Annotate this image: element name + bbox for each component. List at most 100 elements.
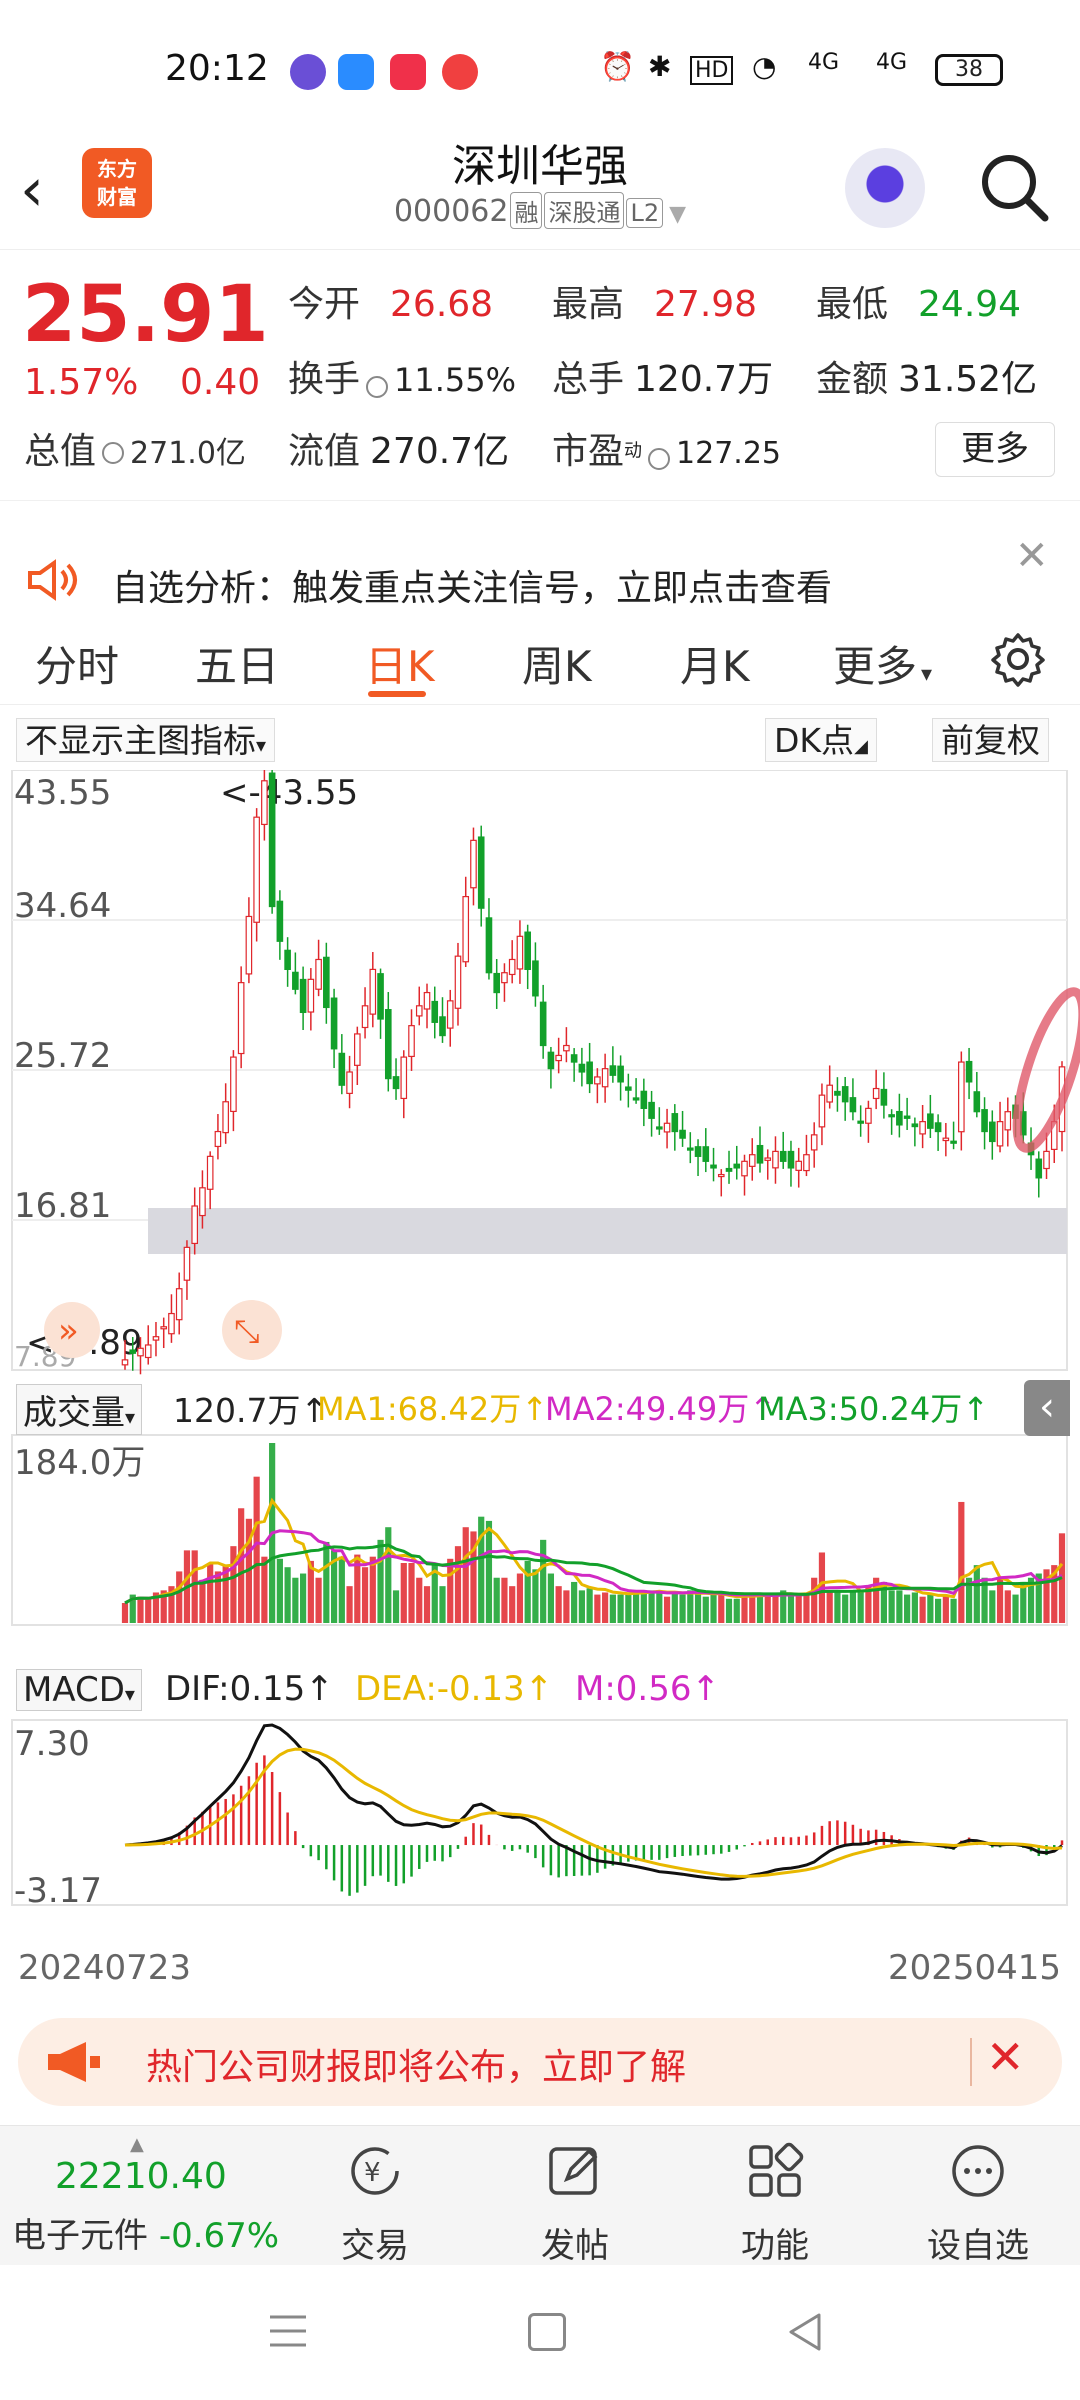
mktcap-label: 总值 bbox=[24, 431, 97, 472]
double-chevron-icon: » bbox=[58, 1311, 79, 1351]
candle-body bbox=[764, 1157, 772, 1161]
sector-index-value[interactable]: 22210.40 bbox=[55, 2156, 227, 2197]
close-icon[interactable]: ✕ bbox=[1015, 533, 1049, 579]
candle-body bbox=[230, 1056, 237, 1113]
volume-bar bbox=[261, 1556, 268, 1623]
volume-bar bbox=[1012, 1594, 1019, 1623]
info-icon[interactable] bbox=[102, 442, 125, 464]
settings-gear-icon[interactable] bbox=[990, 631, 1046, 687]
candle-body bbox=[818, 1094, 826, 1128]
volume-title: 成交量 bbox=[23, 1393, 125, 1433]
macd-dif: DIF:0.15↑ bbox=[165, 1669, 334, 1709]
volume-bar bbox=[594, 1594, 601, 1623]
banner-text[interactable]: 热门公司财报即将公布，立即了解 bbox=[146, 2038, 686, 2090]
sector-index[interactable]: 电子元件 -0.67% bbox=[12, 2208, 279, 2257]
earnings-banner[interactable]: 热门公司财报即将公布，立即了解 ✕ bbox=[18, 2018, 1062, 2106]
candle-body bbox=[934, 1122, 942, 1133]
hd-icon: HD bbox=[690, 56, 734, 85]
dif-text: DIF:0.15 bbox=[165, 1669, 306, 1709]
adjust-select[interactable]: 前复权 bbox=[932, 718, 1049, 762]
menu-icon[interactable] bbox=[268, 2313, 308, 2349]
low-field: 最低 24.94 bbox=[816, 275, 1021, 327]
back-icon[interactable]: ‹ bbox=[20, 155, 70, 225]
macd-m: M:0.56↑ bbox=[575, 1669, 720, 1709]
kline-charts[interactable]: 43.55 34.64 25.72 16.81 <-43.55 <-7.89 7… bbox=[0, 770, 1080, 1945]
candle-body bbox=[640, 1090, 648, 1109]
tab-five-day[interactable]: 五日 bbox=[195, 633, 279, 694]
volume-bar bbox=[207, 1563, 214, 1623]
pe-field[interactable]: 市盈动 127.25 bbox=[552, 422, 781, 474]
volume-bar bbox=[439, 1586, 446, 1623]
main-indicator-select[interactable]: 不显示主图指标▾ bbox=[16, 718, 276, 762]
nav-functions[interactable]: 功能 bbox=[705, 2141, 845, 2267]
stock-code-row[interactable]: 000062 融深股通 L2 ▼ bbox=[360, 192, 720, 229]
candle-body bbox=[369, 968, 377, 1015]
candle-body bbox=[756, 1144, 764, 1164]
volume-bar bbox=[400, 1563, 407, 1623]
turnover-label: 换手 bbox=[288, 359, 361, 400]
collapse-panel-icon[interactable]: ‹ bbox=[1024, 1380, 1070, 1436]
candle-body bbox=[431, 1000, 439, 1023]
pe-value: 127.25 bbox=[676, 436, 781, 471]
change-amount: 0.40 bbox=[180, 362, 261, 403]
mktcap-field[interactable]: 总值 271.0亿 bbox=[24, 422, 246, 474]
more-button[interactable]: 更多 bbox=[935, 422, 1055, 477]
volume-bar bbox=[253, 1476, 260, 1623]
volume-bar bbox=[338, 1556, 345, 1623]
volume-bars bbox=[121, 1443, 1066, 1623]
volume-bar bbox=[942, 1594, 949, 1623]
candle-body bbox=[849, 1097, 857, 1113]
back-nav-icon[interactable] bbox=[785, 2311, 825, 2353]
candle-body bbox=[958, 1061, 965, 1133]
volume-ma2: MA2:49.49万↑ bbox=[545, 1390, 777, 1428]
candle-series bbox=[121, 770, 1066, 1375]
nav-label: 设自选 bbox=[927, 2226, 1029, 2266]
fullscreen-arrows-icon: ⤡ bbox=[234, 1312, 260, 1350]
volume-bar bbox=[563, 1590, 570, 1623]
volume-indicator-select[interactable]: 成交量▾ bbox=[16, 1384, 143, 1435]
candle-body bbox=[779, 1150, 787, 1162]
volume-bar bbox=[989, 1590, 996, 1623]
nav-add-watchlist[interactable]: 设自选 bbox=[908, 2141, 1048, 2267]
assistant-robot-icon[interactable] bbox=[845, 148, 925, 228]
nav-post[interactable]: 发帖 bbox=[505, 2141, 645, 2267]
candle-body bbox=[965, 1060, 973, 1083]
candle-body bbox=[942, 1137, 950, 1142]
tab-intraday[interactable]: 分时 bbox=[35, 633, 119, 694]
volume-bar bbox=[509, 1586, 516, 1623]
info-icon[interactable] bbox=[648, 447, 671, 470]
candle-body bbox=[462, 896, 470, 963]
tab-monthly-k[interactable]: 月K bbox=[680, 633, 750, 694]
volume-bar bbox=[191, 1550, 198, 1623]
expand-up-icon[interactable]: ▲ bbox=[130, 2134, 144, 2155]
tab-weekly-k[interactable]: 周K bbox=[522, 633, 592, 694]
volume-bar bbox=[423, 1586, 431, 1623]
header: ‹ 东方 财富 深圳华强 000062 融深股通 L2 ▼ bbox=[0, 130, 1080, 250]
candle-body bbox=[144, 1344, 152, 1359]
candle-body bbox=[996, 1121, 1004, 1147]
home-icon[interactable] bbox=[528, 2313, 566, 2351]
volume-bar bbox=[392, 1590, 400, 1623]
info-icon[interactable] bbox=[366, 375, 389, 398]
candle-body bbox=[694, 1146, 702, 1157]
candle-body bbox=[625, 1086, 632, 1091]
app-logo[interactable]: 东方 财富 bbox=[82, 148, 152, 218]
max-price-label: <-43.55 bbox=[220, 773, 358, 813]
notice-text[interactable]: 自选分析：触发重点关注信号，立即点击查看 bbox=[112, 559, 832, 611]
dk-point-toggle[interactable]: DK点◢ bbox=[765, 718, 877, 762]
candle-body bbox=[175, 1288, 183, 1321]
volume-bar bbox=[323, 1541, 330, 1623]
search-icon[interactable] bbox=[975, 148, 1055, 228]
volume-bar bbox=[284, 1567, 291, 1623]
status-bar: 20:12 ⏰ ✱ HD ◔ 4G 4G 38 bbox=[0, 0, 1080, 140]
candle-body bbox=[617, 1065, 624, 1083]
candle-body bbox=[857, 1120, 864, 1124]
nav-trade[interactable]: ¥ 交易 bbox=[305, 2141, 445, 2267]
candle-body bbox=[222, 1101, 229, 1134]
notice-bar[interactable]: 自选分析：触发重点关注信号，立即点击查看 ✕ bbox=[0, 500, 1080, 609]
turnover-field[interactable]: 换手 11.55% bbox=[288, 350, 516, 402]
macd-indicator-select[interactable]: MACD▾ bbox=[16, 1669, 142, 1711]
tab-daily-k[interactable]: 日K bbox=[365, 633, 435, 694]
close-icon[interactable]: ✕ bbox=[986, 2030, 1025, 2084]
tab-more[interactable]: 更多 ▾ bbox=[833, 633, 932, 694]
